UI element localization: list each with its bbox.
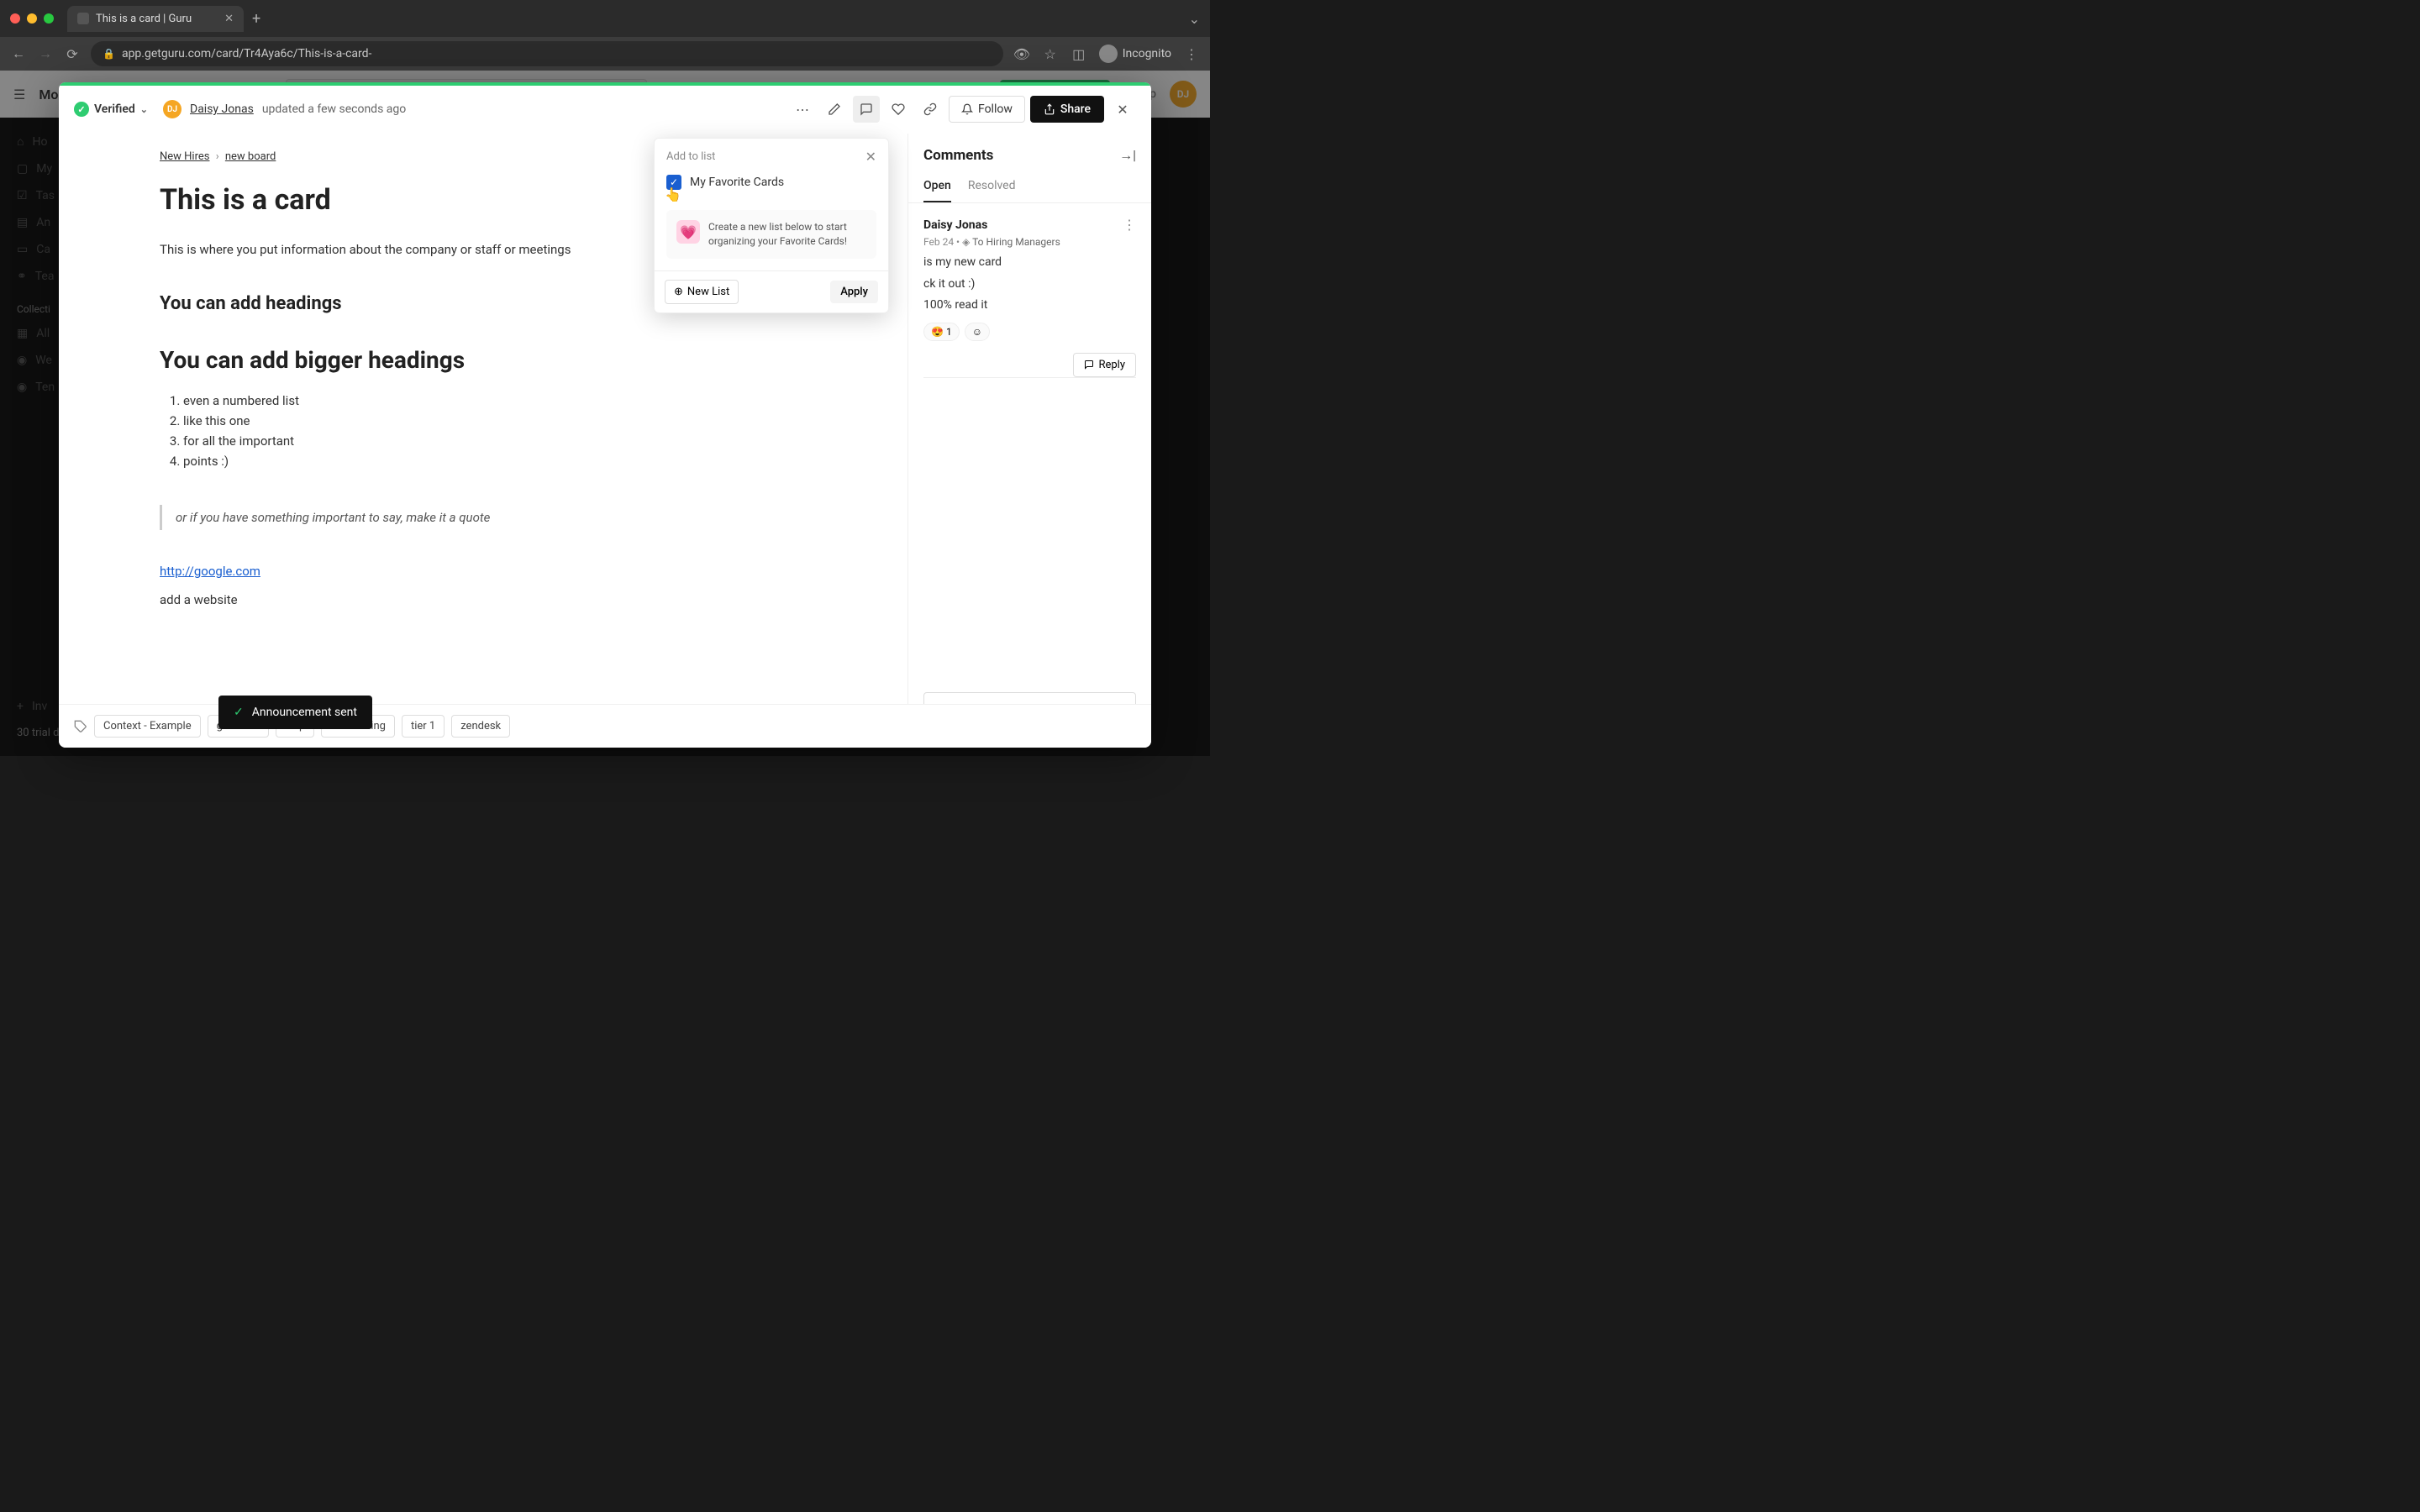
- share-icon: [1044, 103, 1055, 115]
- author-name-link[interactable]: Daisy Jonas: [190, 102, 254, 116]
- content-text: add a website: [160, 592, 807, 607]
- comment-item: Daisy Jonas ⋮ Feb 24 • ◈ To Hiring Manag…: [923, 217, 1136, 378]
- incognito-icon: [1099, 45, 1118, 63]
- tab-open[interactable]: Open: [923, 171, 951, 202]
- tag-pill[interactable]: zendesk: [451, 715, 510, 738]
- comment-body: 100% read it: [923, 297, 1136, 314]
- star-icon[interactable]: ☆: [1042, 46, 1059, 62]
- chevron-down-icon: ⌄: [140, 104, 148, 115]
- eye-off-icon[interactable]: 👁: [1013, 46, 1030, 62]
- blockquote: or if you have something important to sa…: [160, 505, 807, 530]
- list-item: points :): [183, 451, 807, 471]
- address-bar[interactable]: 🔒 app.getguru.com/card/Tr4Aya6c/This-is-…: [91, 41, 1003, 66]
- tag-pill[interactable]: tier 1: [402, 715, 445, 738]
- share-button[interactable]: Share: [1030, 96, 1104, 123]
- breadcrumb-child[interactable]: new board: [225, 150, 276, 163]
- heart-decor-icon: 💗: [676, 220, 700, 244]
- apply-button[interactable]: Apply: [830, 281, 878, 303]
- toast-notification: ✓ Announcement sent: [218, 696, 372, 729]
- forward-icon: →: [37, 45, 54, 62]
- popover-hint: 💗 Create a new list below to start organ…: [666, 210, 876, 259]
- check-icon: ✓: [74, 102, 89, 117]
- list-item: even a numbered list: [183, 391, 807, 411]
- popover-title: Add to list: [666, 150, 715, 163]
- extensions-icon[interactable]: ◫: [1071, 46, 1087, 62]
- popover-close-icon[interactable]: ✕: [865, 149, 876, 165]
- browser-tab[interactable]: This is a card | Guru ✕: [67, 6, 244, 32]
- browser-menu-icon[interactable]: ⋮: [1183, 46, 1200, 62]
- window-minimize[interactable]: [27, 13, 37, 24]
- comment-icon[interactable]: [853, 96, 880, 123]
- close-tab-icon[interactable]: ✕: [224, 13, 234, 25]
- add-reaction-button[interactable]: ☺: [965, 323, 990, 341]
- toast-message: Announcement sent: [252, 706, 357, 719]
- numbered-list: even a numbered list like this one for a…: [160, 391, 807, 471]
- reload-icon[interactable]: ⟳: [64, 46, 81, 62]
- window-maximize[interactable]: [44, 13, 54, 24]
- add-to-list-popover: Add to list ✕ ✓ My Favorite Cards 👆 💗 Cr…: [654, 138, 889, 313]
- breadcrumb-root[interactable]: New Hires: [160, 150, 209, 163]
- list-label: My Favorite Cards: [690, 176, 784, 189]
- reply-button[interactable]: Reply: [1073, 353, 1136, 377]
- content-link[interactable]: http://google.com: [160, 564, 807, 579]
- back-icon[interactable]: ←: [10, 45, 27, 62]
- list-checkbox[interactable]: ✓: [666, 175, 681, 190]
- tag-icon: [74, 720, 87, 733]
- comments-panel: Comments →| Open Resolved Daisy Jonas ⋮ …: [908, 134, 1151, 748]
- comment-body: is my new card: [923, 255, 1136, 271]
- reaction-pill[interactable]: 😍 1: [923, 323, 960, 341]
- author-avatar: DJ: [163, 100, 182, 118]
- link-icon[interactable]: [917, 96, 944, 123]
- heart-icon[interactable]: [885, 96, 912, 123]
- card-modal: ✓ Verified ⌄ DJ Daisy Jonas updated a fe…: [59, 82, 1151, 748]
- lock-icon: 🔒: [103, 48, 115, 60]
- edit-icon[interactable]: [821, 96, 848, 123]
- comments-title: Comments: [923, 147, 993, 164]
- tag-pill[interactable]: Context - Example: [94, 715, 201, 738]
- incognito-badge[interactable]: Incognito: [1099, 45, 1171, 63]
- comment-meta: Feb 24 • ◈ To Hiring Managers: [923, 236, 1136, 248]
- card-heading-large: You can add bigger headings: [160, 346, 807, 374]
- favicon: [77, 13, 89, 24]
- update-timestamp: updated a few seconds ago: [262, 102, 406, 116]
- user-avatar[interactable]: DJ: [1170, 81, 1197, 108]
- new-list-button[interactable]: ⊕ New List: [665, 280, 739, 304]
- comment-menu-icon[interactable]: ⋮: [1123, 217, 1136, 233]
- verified-badge[interactable]: ✓ Verified ⌄: [74, 102, 148, 117]
- tab-resolved[interactable]: Resolved: [968, 171, 1016, 202]
- tab-title: This is a card | Guru: [96, 13, 192, 25]
- list-item: like this one: [183, 411, 807, 431]
- reply-icon: [1084, 360, 1094, 370]
- list-item: for all the important: [183, 431, 807, 451]
- check-icon: ✓: [234, 706, 244, 719]
- more-icon[interactable]: ⋯: [789, 96, 816, 123]
- follow-button[interactable]: Follow: [949, 96, 1025, 123]
- url-text: app.getguru.com/card/Tr4Aya6c/This-is-a-…: [122, 47, 371, 60]
- comment-body: ck it out :): [923, 276, 1136, 293]
- new-tab-button[interactable]: +: [252, 10, 260, 28]
- close-modal-icon[interactable]: ✕: [1109, 96, 1136, 123]
- plus-circle-icon: ⊕: [674, 286, 683, 298]
- bell-icon: [961, 103, 973, 115]
- tab-overflow-icon[interactable]: ⌄: [1189, 11, 1200, 27]
- collapse-panel-icon[interactable]: →|: [1119, 147, 1136, 164]
- menu-icon[interactable]: ☰: [13, 87, 25, 102]
- comment-author: Daisy Jonas: [923, 218, 1116, 232]
- window-close[interactable]: [10, 13, 20, 24]
